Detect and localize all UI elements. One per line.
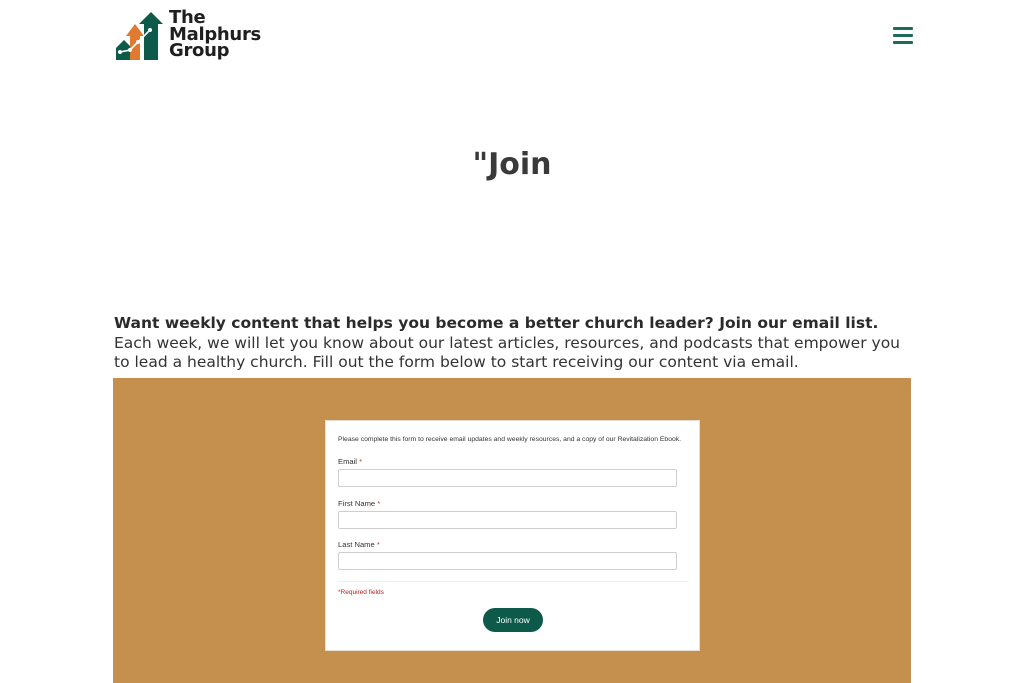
first-name-label: First Name * [338, 499, 380, 508]
logo-mark-icon [116, 12, 163, 60]
email-required-mark: * [359, 457, 363, 466]
signup-form: Please complete this form to receive ema… [325, 420, 700, 651]
logo-wordmark: The Malphurs Group [169, 9, 261, 61]
required-fields-note: *Required fields [338, 589, 384, 596]
last-name-field[interactable] [338, 552, 677, 570]
email-field[interactable] [338, 469, 677, 487]
site-header: The Malphurs Group [0, 0, 1024, 80]
signup-band: Please complete this form to receive ema… [113, 378, 911, 683]
email-label: Email * [338, 457, 362, 466]
hamburger-menu-icon[interactable] [893, 27, 913, 45]
intro-body: Each week, we will let you know about ou… [114, 333, 900, 372]
form-divider [338, 581, 689, 582]
join-now-button[interactable]: Join now [483, 608, 543, 632]
last-name-required-mark: * [376, 540, 380, 549]
last-name-label: Last Name * [338, 540, 380, 549]
email-label-text: Email [338, 457, 357, 466]
logo-line-3: Group [169, 40, 230, 61]
last-name-label-text: Last Name [338, 540, 375, 549]
form-note: Please complete this form to receive ema… [338, 436, 682, 443]
first-name-label-text: First Name [338, 499, 376, 508]
site-logo[interactable]: The Malphurs Group [114, 9, 264, 64]
first-name-required-mark: * [377, 499, 381, 508]
intro-section: Want weekly content that helps you becom… [114, 314, 914, 373]
first-name-field[interactable] [338, 511, 677, 529]
page-title: "Join [472, 147, 552, 182]
intro-headline: Want weekly content that helps you becom… [114, 314, 879, 332]
